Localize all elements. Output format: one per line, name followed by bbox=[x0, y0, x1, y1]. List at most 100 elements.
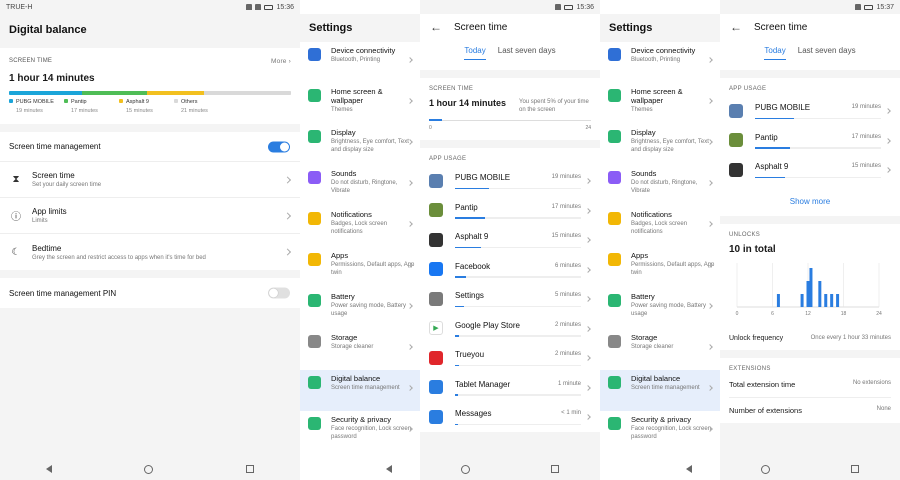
chevron-right-icon bbox=[585, 178, 591, 185]
app-usage-fill bbox=[755, 117, 795, 120]
chevron-right-icon bbox=[585, 296, 591, 303]
app-row-tablet-manager[interactable]: Tablet Manager 1 minute bbox=[429, 373, 591, 403]
app-row-asphalt-9[interactable]: Asphalt 9 15 minutes bbox=[729, 155, 891, 185]
app-row-asphalt-9[interactable]: Asphalt 9 15 minutes bbox=[429, 225, 591, 255]
settings-item-home-screen-wallpaper[interactable]: Home screen & wallpaper Themes bbox=[300, 83, 420, 124]
app-row-messages[interactable]: Messages < 1 min bbox=[429, 402, 591, 432]
screen-time-total: 1 hour 14 minutes bbox=[9, 73, 95, 84]
app-row-settings[interactable]: Settings 5 minutes bbox=[429, 284, 591, 314]
facebook-icon bbox=[429, 262, 443, 277]
screen-time-management-row[interactable]: Screen time management bbox=[0, 132, 300, 162]
settings-item-home-screen-wallpaper[interactable]: Home screen & wallpaper Themes bbox=[600, 83, 720, 124]
settings-item-sounds[interactable]: Sounds Do not disturb, Ringtone, Vibrate bbox=[600, 165, 720, 206]
screen-time-pin-toggle[interactable] bbox=[268, 287, 290, 299]
settings-item-display[interactable]: Display Brightness, Eye comfort, Text and… bbox=[300, 124, 420, 165]
menu-item-app-limits[interactable]: ⓘ App limits Limits bbox=[0, 198, 300, 234]
legend-dot bbox=[9, 99, 13, 103]
wallpaper-icon bbox=[608, 89, 621, 102]
app-row-body: Trueyou 2 minutes bbox=[455, 343, 591, 372]
app-usage-fill bbox=[455, 423, 458, 426]
screen-time-summary-card[interactable]: SCREEN TIME More › 1 hour 14 minutes PUB… bbox=[0, 48, 300, 124]
settings-title: Settings bbox=[300, 14, 420, 42]
screen-time-pin-row[interactable]: Screen time management PIN bbox=[0, 278, 300, 308]
menu-item-title: App limits bbox=[32, 207, 67, 216]
more-link[interactable]: More › bbox=[271, 58, 291, 65]
settings-item-subtitle: Brightness, Eye comfort, Text and displa… bbox=[331, 139, 409, 153]
app-row-facebook[interactable]: Facebook 6 minutes bbox=[429, 255, 591, 285]
tab-today[interactable]: Today bbox=[764, 46, 786, 60]
back-arrow-icon[interactable]: ← bbox=[430, 20, 442, 34]
battery-status-icon bbox=[564, 4, 574, 10]
settings-item-title: Apps bbox=[331, 251, 349, 260]
security-icon bbox=[308, 417, 321, 430]
nav-back-icon[interactable] bbox=[685, 465, 692, 473]
chevron-right-icon bbox=[407, 385, 413, 391]
settings-item-battery[interactable]: Battery Power saving mode, Battery usage bbox=[300, 288, 420, 329]
management-menu: Screen time management ⧗ Screen time Set y… bbox=[0, 132, 300, 270]
status-bar: 15:36 bbox=[420, 0, 600, 14]
screen-time-management-toggle[interactable] bbox=[268, 141, 290, 152]
tab-last-seven-days[interactable]: Last seven days bbox=[498, 46, 556, 70]
settings-item-digital-balance[interactable]: Digital balance Screen time management bbox=[600, 370, 720, 411]
settings-item-text: Sounds Do not disturb, Ringtone, Vibrate bbox=[631, 169, 716, 195]
app-usage-bar bbox=[455, 423, 581, 426]
settings-list: Device connectivity Bluetooth, Printing Ho… bbox=[300, 42, 420, 452]
settings-item-display[interactable]: Display Brightness, Eye comfort, Text and… bbox=[600, 124, 720, 165]
menu-item-screen-time[interactable]: ⧗ Screen time Set your daily screen time bbox=[0, 162, 300, 198]
nav-recent-icon[interactable] bbox=[551, 465, 560, 473]
nav-home-icon[interactable] bbox=[760, 464, 770, 474]
unlock-bar bbox=[800, 293, 804, 307]
storage-icon bbox=[308, 335, 321, 348]
settings-item-storage[interactable]: Storage Storage cleaner bbox=[600, 329, 720, 370]
settings-item-apps[interactable]: Apps Permissions, Default apps, App twin bbox=[300, 247, 420, 288]
nav-recent-icon[interactable] bbox=[245, 465, 254, 473]
unlocks-label: UNLOCKS bbox=[729, 231, 761, 238]
unlock-bar bbox=[830, 293, 834, 307]
settings-item-subtitle: Power saving mode, Battery usage bbox=[631, 303, 707, 317]
app-name: PUBG MOBILE bbox=[455, 173, 511, 183]
menu-item-bedtime[interactable]: ☾ Bedtime Grey the screen and restrict acc… bbox=[0, 234, 300, 270]
show-more-link[interactable]: Show more bbox=[729, 185, 891, 212]
app-usage-bar bbox=[755, 117, 881, 120]
unlock-bar bbox=[836, 293, 840, 307]
tab-last-seven-days[interactable]: Last seven days bbox=[798, 46, 856, 70]
settings-item-device-connectivity[interactable]: Device connectivity Bluetooth, Printing bbox=[300, 42, 420, 83]
settings-item-subtitle: Storage cleaner bbox=[331, 344, 374, 350]
chevron-right-icon bbox=[885, 108, 891, 115]
tab-today[interactable]: Today bbox=[464, 46, 486, 60]
settings-item-subtitle: Badges, Lock screen notifications bbox=[331, 221, 388, 235]
settings-item-sounds[interactable]: Sounds Do not disturb, Ringtone, Vibrate bbox=[300, 165, 420, 206]
app-usage-fill bbox=[455, 276, 466, 278]
app-usage-fill bbox=[755, 176, 786, 179]
nav-bar bbox=[300, 458, 420, 480]
settings-item-battery[interactable]: Battery Power saving mode, Battery usage bbox=[600, 288, 720, 329]
app-row-google-play-store[interactable]: ▶ Google Play Store 2 minutes bbox=[429, 314, 591, 344]
settings-item-title: Notifications bbox=[631, 210, 672, 219]
settings-item-apps[interactable]: Apps Permissions, Default apps, App twin bbox=[600, 247, 720, 288]
app-row-pubg-mobile[interactable]: PUBG MOBILE 19 minutes bbox=[729, 96, 891, 126]
app-usage-fill bbox=[455, 305, 464, 308]
nav-home-icon[interactable] bbox=[460, 464, 470, 474]
settings-item-device-connectivity[interactable]: Device connectivity Bluetooth, Printing bbox=[600, 42, 720, 83]
app-row-pantip[interactable]: Pantip 17 minutes bbox=[429, 196, 591, 226]
nav-home-icon[interactable] bbox=[144, 464, 154, 474]
nav-recent-icon[interactable] bbox=[851, 465, 860, 473]
app-usage-fill bbox=[455, 246, 482, 249]
app-row-trueyou[interactable]: Trueyou 2 minutes bbox=[429, 343, 591, 373]
settings-item-digital-balance[interactable]: Digital balance Screen time management bbox=[300, 370, 420, 411]
settings-item-text: Digital balance Screen time management bbox=[331, 374, 400, 392]
app-name: Asphalt 9 bbox=[755, 162, 789, 172]
chevron-right-icon bbox=[283, 211, 292, 220]
settings-item-security-privacy[interactable]: Security & privacy Face recognition, Lock… bbox=[300, 411, 420, 452]
settings-item-notifications[interactable]: Notifications Badges, Lock screen notific… bbox=[600, 206, 720, 247]
nav-back-icon[interactable] bbox=[46, 465, 53, 473]
settings-item-security-privacy[interactable]: Security & privacy Face recognition, Lock… bbox=[600, 411, 720, 452]
settings-item-notifications[interactable]: Notifications Badges, Lock screen notific… bbox=[300, 206, 420, 247]
settings-item-storage[interactable]: Storage Storage cleaner bbox=[300, 329, 420, 370]
legend-name-row: Asphalt 9 bbox=[119, 99, 174, 105]
back-arrow-icon[interactable]: ← bbox=[730, 20, 742, 34]
nav-back-icon[interactable] bbox=[385, 465, 392, 473]
app-time: 19 minutes bbox=[851, 104, 881, 111]
app-row-pubg-mobile[interactable]: PUBG MOBILE 19 minutes bbox=[429, 166, 591, 196]
app-row-pantip[interactable]: Pantip 17 minutes bbox=[729, 126, 891, 156]
